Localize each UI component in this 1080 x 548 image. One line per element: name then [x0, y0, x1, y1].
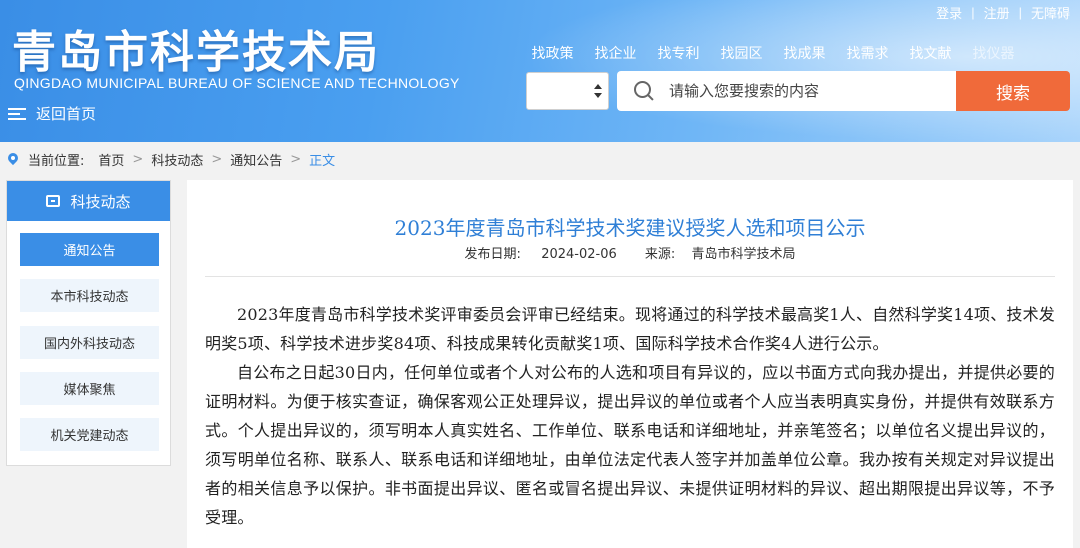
site-header: 青岛市科学技术局 QINGDAO MUNICIPAL BUREAU OF SCI… [0, 0, 1080, 142]
search-input[interactable] [669, 82, 929, 100]
select-arrows-icon [594, 84, 602, 100]
site-logo-cn[interactable]: 青岛市科学技术局 [12, 16, 380, 80]
breadcrumb-separator: > [290, 152, 302, 167]
login-link[interactable]: 登录 [936, 3, 962, 22]
back-home-link[interactable]: 返回首页 [8, 103, 96, 124]
breadcrumb-prefix: 当前位置: [28, 154, 85, 169]
nav-achievement[interactable]: 找成果 [773, 43, 836, 63]
sidebar: 科技动态 通知公告 本市科技动态 国内外科技动态 媒体聚焦 机关党建动态 [6, 180, 171, 466]
register-link[interactable]: 注册 [984, 3, 1010, 22]
article: 2023年度青岛市科学技术奖建议授奖人选和项目公示 发布日期: 2024-02-… [187, 180, 1073, 548]
nav-literature[interactable]: 找文献 [899, 43, 962, 63]
article-meta: 发布日期: 2024-02-06 来源: 青岛市科学技术局 [187, 243, 1073, 262]
breadcrumb: 当前位置: 首页 > 科技动态 > 通知公告 > 正文 [8, 150, 335, 169]
nav-park[interactable]: 找园区 [710, 43, 773, 63]
breadcrumb-notices[interactable]: 通知公告 [230, 150, 282, 169]
date-label: 发布日期: [464, 247, 521, 262]
back-home-label: 返回首页 [36, 105, 97, 123]
menu-icon [8, 107, 26, 121]
sidebar-item-global-news[interactable]: 国内外科技动态 [20, 326, 159, 359]
article-divider [205, 276, 1055, 277]
sidebar-item-local-news[interactable]: 本市科技动态 [20, 279, 159, 312]
article-title: 2023年度青岛市科学技术奖建议授奖人选和项目公示 [394, 216, 866, 240]
nav-patent[interactable]: 找专利 [647, 43, 710, 63]
sidebar-title: 科技动态 [70, 192, 131, 211]
nav-instrument[interactable]: 找仪器 [962, 43, 1025, 63]
nav-enterprise[interactable]: 找企业 [584, 43, 647, 63]
sidebar-item-notices[interactable]: 通知公告 [20, 233, 159, 266]
main-nav: 找政策 找企业 找专利 找园区 找成果 找需求 找文献 找仪器 [521, 43, 1025, 63]
sidebar-item-party[interactable]: 机关党建动态 [20, 418, 159, 451]
breadcrumb-home[interactable]: 首页 [98, 150, 124, 169]
location-pin-icon [8, 153, 18, 167]
news-icon [46, 195, 61, 207]
nav-demand[interactable]: 找需求 [836, 43, 899, 63]
site-logo-en: QINGDAO MUNICIPAL BUREAU OF SCIENCE AND … [14, 75, 460, 91]
article-paragraph: 2023年度青岛市科学技术奖评审委员会评审已经结束。现将通过的科学技术最高奖1人… [205, 305, 1055, 353]
top-links: 登录 | 注册 | 无障碍 [936, 3, 1070, 22]
source-label: 来源: [644, 247, 676, 262]
publish-date: 2024-02-06 [541, 247, 617, 262]
divider: | [1018, 5, 1022, 20]
accessibility-link[interactable]: 无障碍 [1031, 3, 1070, 22]
breadcrumb-tech-news[interactable]: 科技动态 [151, 150, 203, 169]
breadcrumb-separator: > [132, 152, 144, 167]
sidebar-header: 科技动态 [7, 181, 170, 221]
nav-policy[interactable]: 找政策 [521, 43, 584, 63]
search-button[interactable]: 搜索 [956, 71, 1070, 111]
breadcrumb-current: 正文 [309, 154, 336, 169]
divider: | [971, 5, 975, 20]
breadcrumb-separator: > [211, 152, 223, 167]
sidebar-item-media[interactable]: 媒体聚焦 [20, 372, 159, 405]
search-field[interactable] [617, 71, 957, 111]
article-source: 青岛市科学技术局 [691, 247, 796, 262]
article-paragraph: 自公布之日起30日内，任何单位或者个人对公布的人选和项目有异议的，应以书面方式向… [205, 363, 1055, 527]
search-icon [633, 80, 655, 102]
search-category-select[interactable] [526, 72, 609, 110]
article-body: 2023年度青岛市科学技术奖评审委员会评审已经结束。现将通过的科学技术最高奖1人… [205, 300, 1055, 532]
